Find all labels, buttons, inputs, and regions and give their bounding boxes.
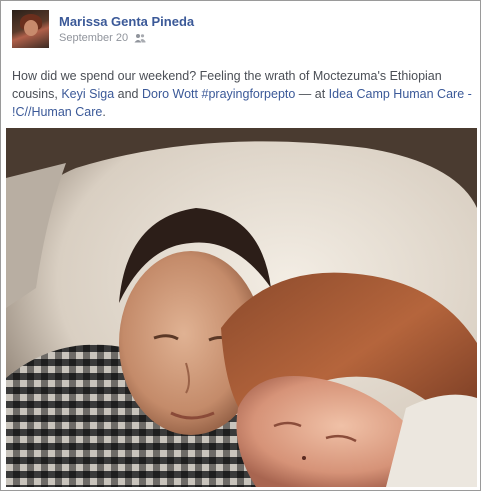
hashtag-link[interactable]: #prayingforpepto [202, 87, 296, 101]
status-text: — at [295, 87, 329, 101]
friends-icon[interactable] [134, 33, 146, 43]
author-name-link[interactable]: Marissa Genta Pineda [59, 14, 194, 29]
facebook-post: Marissa Genta Pineda September 20 How di… [0, 0, 481, 491]
photo-image [6, 128, 477, 487]
status-text: and [114, 87, 142, 101]
author-avatar[interactable] [12, 10, 49, 48]
avatar-face [24, 20, 38, 36]
post-photo[interactable] [6, 128, 477, 487]
post-meta: September 20 [59, 32, 146, 44]
post-status-text: How did we spend our weekend? Feeling th… [12, 67, 474, 121]
tagged-user-link[interactable]: Doro Wott [142, 87, 198, 101]
status-text: . [102, 105, 106, 119]
post-date-link[interactable]: September 20 [59, 32, 128, 44]
tagged-user-link[interactable]: Keyi Siga [61, 87, 114, 101]
